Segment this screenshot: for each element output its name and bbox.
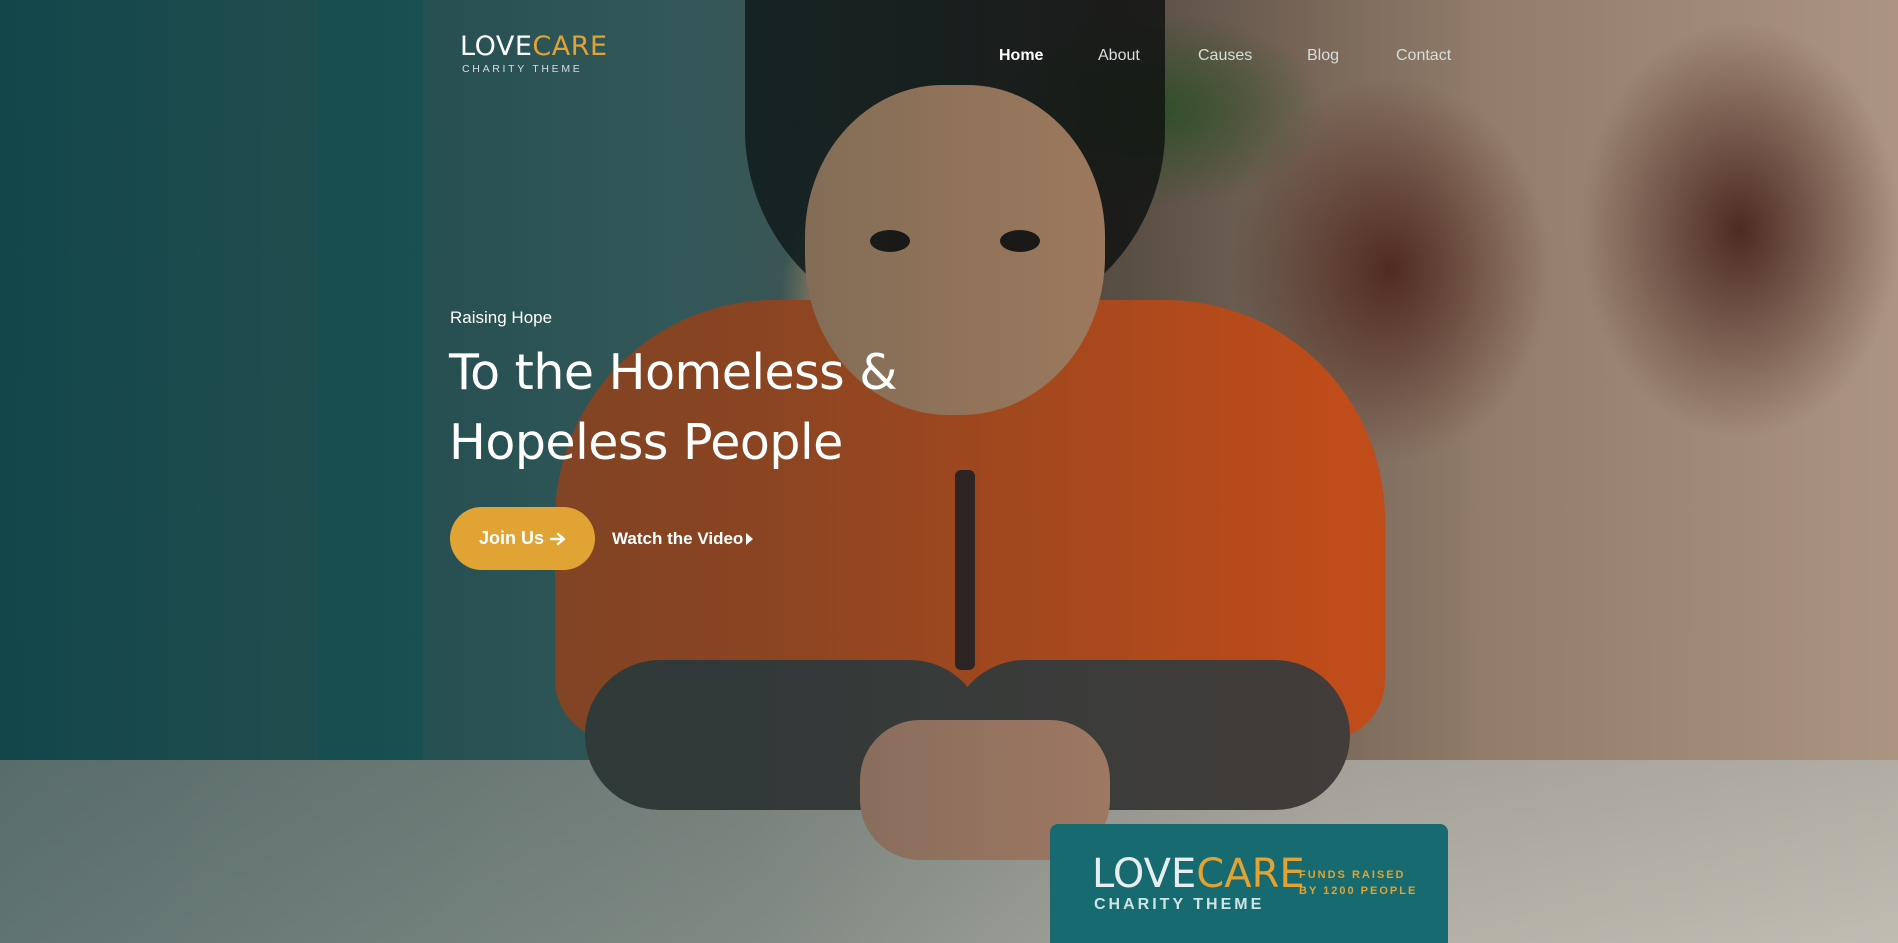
nav-causes[interactable]: Causes bbox=[1198, 47, 1252, 65]
funds-raised-badge: LOVECARE CHARITY THEME FUNDS RAISED BY 1… bbox=[1050, 824, 1448, 943]
hero-headline-line1: To the Homeless & bbox=[449, 344, 897, 401]
hero-overlay bbox=[0, 0, 1898, 943]
badge-funds-text: FUNDS RAISED BY 1200 PEOPLE bbox=[1299, 867, 1417, 899]
hero-headline: To the Homeless & Hopeless People bbox=[449, 338, 897, 478]
site-logo[interactable]: LOVECARE CHARITY THEME bbox=[460, 33, 608, 75]
logo-word-love: LOVE bbox=[460, 31, 533, 62]
join-us-button[interactable]: Join Us bbox=[450, 507, 595, 570]
join-us-label: Join Us bbox=[478, 528, 544, 548]
logo-word-care: CARE bbox=[532, 31, 608, 62]
watch-video-label: Watch the Video bbox=[612, 529, 744, 548]
hero-eyebrow: Raising Hope bbox=[450, 308, 553, 327]
badge-funds-line1: FUNDS RAISED bbox=[1299, 869, 1406, 881]
hero-background-image bbox=[0, 0, 1898, 943]
nav-contact[interactable]: Contact bbox=[1396, 47, 1451, 65]
badge-wordmark: LOVECARE bbox=[1092, 854, 1305, 894]
hero-headline-line2: Hopeless People bbox=[449, 414, 843, 471]
badge-word-care: CARE bbox=[1196, 851, 1305, 897]
logo-tagline: CHARITY THEME bbox=[462, 63, 583, 75]
nav-about[interactable]: About bbox=[1098, 47, 1140, 65]
arrow-right-icon bbox=[550, 532, 566, 545]
badge-funds-line2: BY 1200 PEOPLE bbox=[1299, 885, 1418, 897]
badge-word-love: LOVE bbox=[1092, 851, 1197, 897]
nav-home[interactable]: Home bbox=[999, 47, 1043, 65]
watch-video-link[interactable]: Watch the Video bbox=[612, 529, 754, 549]
nav-blog[interactable]: Blog bbox=[1307, 47, 1339, 65]
play-icon bbox=[746, 533, 754, 545]
logo-wordmark: LOVECARE bbox=[460, 33, 608, 60]
badge-tagline: CHARITY THEME bbox=[1094, 896, 1265, 913]
